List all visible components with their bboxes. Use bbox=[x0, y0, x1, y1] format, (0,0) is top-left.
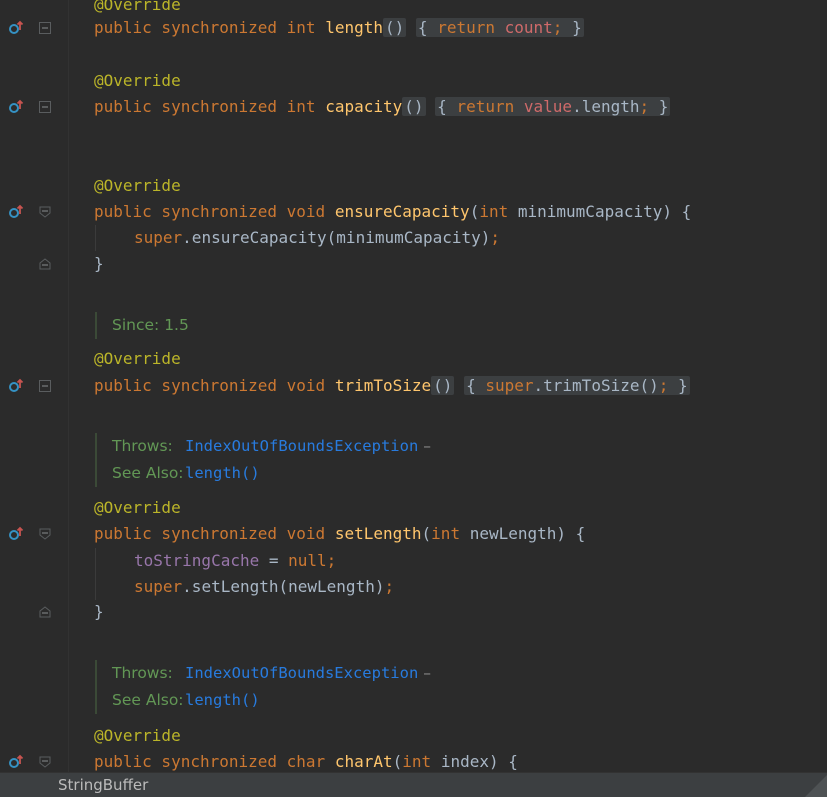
params: () bbox=[431, 376, 455, 395]
rendered-doc-comment[interactable]: Since: 1.5 bbox=[95, 312, 189, 339]
fold-end-icon[interactable] bbox=[39, 606, 51, 618]
doc-see-label: See Also: bbox=[112, 464, 184, 482]
folded-body[interactable]: { return count; } bbox=[415, 18, 584, 37]
annotation: @Override bbox=[94, 726, 181, 745]
rendered-doc-comment[interactable]: Throws: IndexOutOfBoundsException – See A… bbox=[95, 433, 431, 487]
breadcrumb-bar: StringBuffer bbox=[0, 772, 827, 797]
modifiers: public synchronized void bbox=[94, 524, 326, 543]
code-line[interactable]: @Override bbox=[0, 68, 827, 94]
overrides-method-icon[interactable] bbox=[8, 526, 24, 542]
code-line[interactable]: @Override bbox=[0, 173, 827, 199]
fold-toggle-icon[interactable] bbox=[39, 22, 51, 34]
code-line[interactable]: @Override bbox=[0, 723, 827, 749]
code-line[interactable]: @Override bbox=[0, 346, 827, 372]
doc-since-value: 1.5 bbox=[164, 316, 189, 334]
breadcrumb-item[interactable]: StringBuffer bbox=[58, 773, 148, 797]
folded-body[interactable]: { return value.length; } bbox=[435, 97, 671, 116]
code-line[interactable]: } bbox=[0, 599, 827, 625]
method-name: capacity bbox=[325, 97, 403, 116]
method-name: ensureCapacity bbox=[334, 202, 470, 221]
method-name: length bbox=[325, 18, 383, 37]
doc-throws-label: Throws: bbox=[112, 437, 173, 455]
folded-body[interactable]: { super.trimToSize(); } bbox=[464, 376, 690, 395]
method-name: charAt bbox=[334, 752, 393, 771]
doc-throws-label: Throws: bbox=[112, 664, 173, 682]
doc-since-label: Since: bbox=[112, 316, 160, 334]
annotation: @Override bbox=[94, 176, 181, 195]
annotation: @Override bbox=[94, 71, 181, 90]
annotation: @Override bbox=[94, 349, 181, 368]
code-line[interactable]: public synchronized void setLength(int n… bbox=[0, 521, 827, 547]
doc-see-link[interactable]: length() bbox=[185, 464, 260, 482]
code-editor[interactable]: @Override public synchronized int length… bbox=[0, 0, 827, 772]
fold-end-icon[interactable] bbox=[39, 258, 51, 270]
annotation: @Override bbox=[94, 498, 181, 517]
code-line[interactable]: public synchronized char charAt(int inde… bbox=[0, 749, 827, 772]
fold-toggle-icon[interactable] bbox=[39, 101, 51, 113]
doc-see-link[interactable]: length() bbox=[185, 691, 260, 709]
fold-toggle-icon[interactable] bbox=[39, 756, 51, 768]
overrides-method-icon[interactable] bbox=[8, 20, 24, 36]
fold-toggle-icon[interactable] bbox=[39, 528, 51, 540]
doc-throws-link[interactable]: IndexOutOfBoundsException bbox=[185, 437, 418, 455]
params: () bbox=[402, 97, 426, 116]
code-line[interactable]: @Override bbox=[0, 495, 827, 521]
overrides-method-icon[interactable] bbox=[8, 378, 24, 394]
resize-grip-icon bbox=[805, 775, 827, 797]
code-line[interactable]: } bbox=[0, 251, 827, 277]
doc-throws-link[interactable]: IndexOutOfBoundsException bbox=[185, 664, 418, 682]
code-line[interactable]: toStringCache = null; bbox=[0, 548, 827, 574]
method-name: trimToSize bbox=[334, 376, 432, 395]
code-line[interactable]: super.setLength(newLength); bbox=[0, 574, 827, 600]
doc-see-label: See Also: bbox=[112, 691, 184, 709]
modifiers: public synchronized void bbox=[94, 202, 326, 221]
fold-toggle-icon[interactable] bbox=[39, 380, 51, 392]
modifiers: public synchronized int bbox=[94, 18, 316, 37]
overrides-method-icon[interactable] bbox=[8, 99, 24, 115]
fold-toggle-icon[interactable] bbox=[39, 206, 51, 218]
modifiers: public synchronized void bbox=[94, 376, 326, 395]
modifiers: public synchronized char bbox=[94, 752, 326, 771]
overrides-method-icon[interactable] bbox=[8, 204, 24, 220]
method-name: setLength bbox=[334, 524, 422, 543]
code-line[interactable]: public synchronized void ensureCapacity(… bbox=[0, 199, 827, 225]
params: () bbox=[383, 18, 407, 37]
modifiers: public synchronized int bbox=[94, 97, 316, 116]
code-line[interactable]: super.ensureCapacity(minimumCapacity); bbox=[0, 225, 827, 251]
code-line[interactable]: public synchronized int length() { retur… bbox=[0, 15, 827, 41]
code-line[interactable]: public synchronized void trimToSize() { … bbox=[0, 373, 827, 399]
overrides-method-icon[interactable] bbox=[8, 754, 24, 770]
rendered-doc-comment[interactable]: Throws: IndexOutOfBoundsException – See A… bbox=[95, 660, 431, 714]
code-line[interactable]: public synchronized int capacity() { ret… bbox=[0, 94, 827, 120]
